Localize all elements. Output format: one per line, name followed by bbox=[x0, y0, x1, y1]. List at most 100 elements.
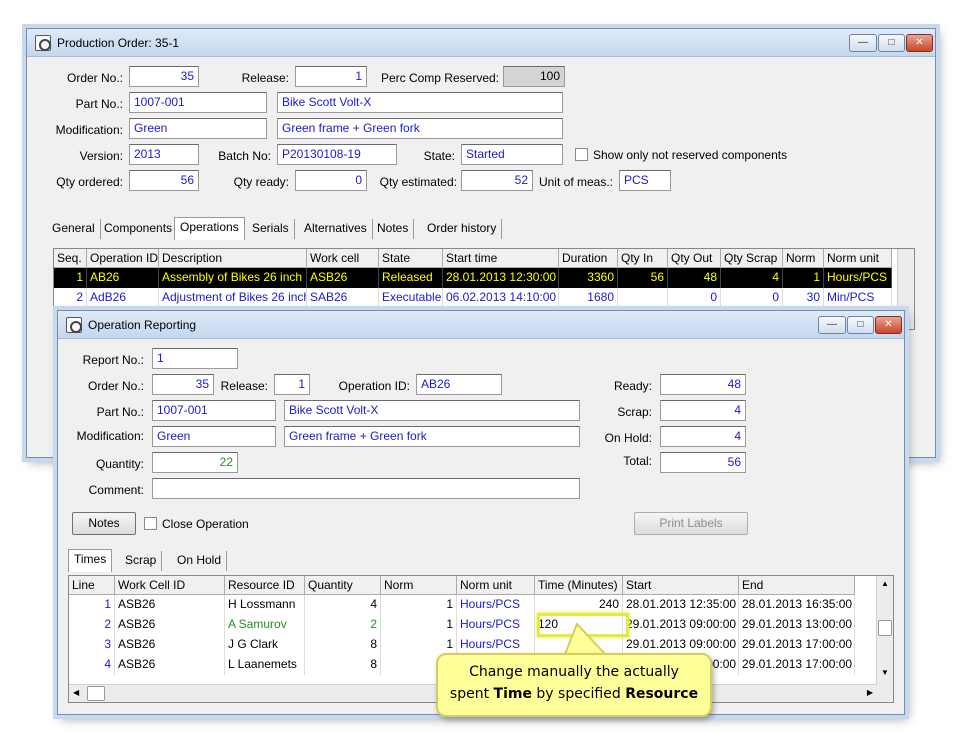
ops-column-header[interactable]: Norm unit bbox=[824, 249, 892, 268]
scroll-down-icon[interactable]: ▼ bbox=[881, 668, 889, 677]
times-table-cell[interactable]: Hours/PCS bbox=[457, 615, 535, 635]
times-table-cell[interactable]: 29.01.2013 09:00:00 bbox=[623, 615, 739, 635]
times-column-header[interactable]: Work Cell ID bbox=[115, 576, 225, 595]
notes-button[interactable]: Notes bbox=[72, 512, 136, 535]
ops-column-header[interactable]: Qty Out bbox=[668, 249, 721, 268]
version-field[interactable]: 2013 bbox=[129, 144, 199, 165]
operation-reporting-titlebar[interactable]: Operation Reporting — □ ✕ bbox=[58, 311, 904, 339]
qty-ordered-field[interactable]: 56 bbox=[129, 170, 199, 191]
ops-table-cell[interactable]: SAB26 bbox=[307, 288, 379, 308]
minimize-icon[interactable]: — bbox=[849, 34, 877, 52]
close-operation-checkbox[interactable] bbox=[144, 517, 157, 530]
ops-table-cell[interactable]: 2 bbox=[54, 288, 87, 308]
time-minutes-cell[interactable]: 240 bbox=[535, 595, 623, 615]
modification-field[interactable]: Green bbox=[152, 426, 276, 447]
scroll-right-icon[interactable]: ▶ bbox=[867, 688, 873, 697]
times-column-header[interactable]: Quantity bbox=[305, 576, 381, 595]
times-table-cell[interactable]: 4 bbox=[305, 595, 381, 615]
times-table-cell[interactable]: 29.01.2013 17:00:00 bbox=[739, 655, 855, 675]
tab-times[interactable]: Times bbox=[68, 549, 113, 572]
ops-table-cell[interactable]: 28.01.2013 12:30:00 bbox=[443, 268, 559, 288]
tab-general[interactable]: General bbox=[47, 219, 101, 239]
ops-column-header[interactable]: Seq. bbox=[54, 249, 87, 268]
hscroll-thumb[interactable] bbox=[87, 686, 105, 701]
times-scrollbar[interactable]: ▲ ▼ bbox=[876, 576, 893, 702]
order-no-field[interactable]: 35 bbox=[152, 374, 214, 395]
ops-table-cell[interactable]: 1 bbox=[54, 268, 87, 288]
scroll-up-icon[interactable]: ▲ bbox=[881, 579, 889, 588]
tab-scrap[interactable]: Scrap bbox=[120, 551, 163, 571]
times-column-header[interactable]: Time (Minutes) bbox=[535, 576, 623, 595]
unit-field[interactable]: PCS bbox=[619, 170, 671, 191]
ops-table-cell[interactable]: 3360 bbox=[559, 268, 618, 288]
maximize-icon[interactable]: □ bbox=[847, 316, 874, 334]
times-table-cell[interactable]: ASB26 bbox=[115, 655, 225, 675]
ops-table-cell[interactable]: Min/PCS bbox=[824, 288, 892, 308]
part-no-field[interactable]: 1007-001 bbox=[152, 400, 276, 421]
state-field[interactable]: Started bbox=[461, 144, 563, 165]
times-column-header[interactable]: Norm unit bbox=[457, 576, 535, 595]
report-no-field[interactable]: 1 bbox=[152, 348, 238, 369]
tab-on-hold[interactable]: On Hold bbox=[172, 551, 228, 571]
times-table-cell[interactable]: H Lossmann bbox=[225, 595, 305, 615]
part-desc-field[interactable]: Bike Scott Volt-X bbox=[284, 400, 580, 421]
close-icon[interactable]: ✕ bbox=[875, 316, 902, 334]
times-column-header[interactable]: Start bbox=[623, 576, 739, 595]
tab-order-history[interactable]: Order history bbox=[422, 219, 503, 239]
show-reserved-checkbox[interactable] bbox=[575, 148, 588, 161]
ops-table-cell[interactable]: Assembly of Bikes 26 inch bbox=[159, 268, 307, 288]
times-table-cell[interactable]: 3 bbox=[69, 635, 115, 655]
times-table-cell[interactable]: 1 bbox=[381, 615, 457, 635]
part-desc-field[interactable]: Bike Scott Volt-X bbox=[277, 92, 563, 113]
order-no-field[interactable]: 35 bbox=[129, 66, 199, 87]
ops-table-cell[interactable]: 1680 bbox=[559, 288, 618, 308]
scroll-left-icon[interactable]: ◀ bbox=[73, 688, 79, 697]
part-no-field[interactable]: 1007-001 bbox=[129, 92, 267, 113]
times-table-cell[interactable]: 8 bbox=[305, 655, 381, 675]
tab-serials[interactable]: Serials bbox=[247, 219, 295, 239]
times-table-cell[interactable]: 29.01.2013 17:00:00 bbox=[739, 635, 855, 655]
quantity-field[interactable]: 22 bbox=[152, 452, 238, 473]
modification-desc-field[interactable]: Green frame + Green fork bbox=[277, 118, 563, 139]
times-table-cell[interactable]: J G Clark bbox=[225, 635, 305, 655]
qty-estimated-field[interactable]: 52 bbox=[461, 170, 533, 191]
ops-column-header[interactable]: Duration bbox=[559, 249, 618, 268]
times-table-cell[interactable]: ASB26 bbox=[115, 595, 225, 615]
times-table-cell[interactable]: 1 bbox=[69, 595, 115, 615]
times-column-header[interactable]: Line bbox=[69, 576, 115, 595]
tab-operations[interactable]: Operations bbox=[174, 217, 245, 240]
operation-id-field[interactable]: AB26 bbox=[416, 374, 502, 395]
times-table-cell[interactable]: 2 bbox=[305, 615, 381, 635]
batch-no-field[interactable]: P20130108-19 bbox=[277, 144, 397, 165]
times-table-cell[interactable]: 1 bbox=[381, 595, 457, 615]
times-table-cell[interactable]: Hours/PCS bbox=[457, 595, 535, 615]
release-field[interactable]: 1 bbox=[274, 374, 310, 395]
times-table-cell[interactable]: A Samurov bbox=[225, 615, 305, 635]
ops-column-header[interactable]: Description bbox=[159, 249, 307, 268]
times-table-cell[interactable]: 29.01.2013 13:00:00 bbox=[739, 615, 855, 635]
ops-table-cell[interactable] bbox=[618, 288, 668, 308]
ops-table-cell[interactable]: Executable bbox=[379, 288, 443, 308]
ops-table-cell[interactable]: AB26 bbox=[87, 268, 159, 288]
ops-table-cell[interactable]: 0 bbox=[668, 288, 721, 308]
ops-column-header[interactable]: Operation ID bbox=[87, 249, 159, 268]
print-labels-button[interactable]: Print Labels bbox=[634, 512, 748, 535]
scroll-thumb[interactable] bbox=[878, 620, 892, 636]
times-table-cell[interactable]: 28.01.2013 16:35:00 bbox=[739, 595, 855, 615]
times-table-cell[interactable]: L Laanemets bbox=[225, 655, 305, 675]
ops-table-cell[interactable]: 48 bbox=[668, 268, 721, 288]
ops-column-header[interactable]: Qty In bbox=[618, 249, 668, 268]
times-table-cell[interactable]: Hours/PCS bbox=[457, 635, 535, 655]
ops-column-header[interactable]: State bbox=[379, 249, 443, 268]
times-table-cell[interactable]: 29.01.2013 09:00:00 bbox=[623, 635, 739, 655]
times-column-header[interactable]: Resource ID bbox=[225, 576, 305, 595]
times-table-cell[interactable]: 1 bbox=[381, 635, 457, 655]
times-table-cell[interactable]: 28.01.2013 12:35:00 bbox=[623, 595, 739, 615]
ops-column-header[interactable]: Qty Scrap bbox=[721, 249, 783, 268]
times-column-header[interactable]: End bbox=[739, 576, 855, 595]
ops-table-cell[interactable]: 0 bbox=[721, 288, 783, 308]
ops-column-header[interactable]: Work cell bbox=[307, 249, 379, 268]
ops-table-cell[interactable]: 30 bbox=[783, 288, 824, 308]
comment-field[interactable] bbox=[152, 478, 580, 499]
times-table-cell[interactable]: 2 bbox=[69, 615, 115, 635]
